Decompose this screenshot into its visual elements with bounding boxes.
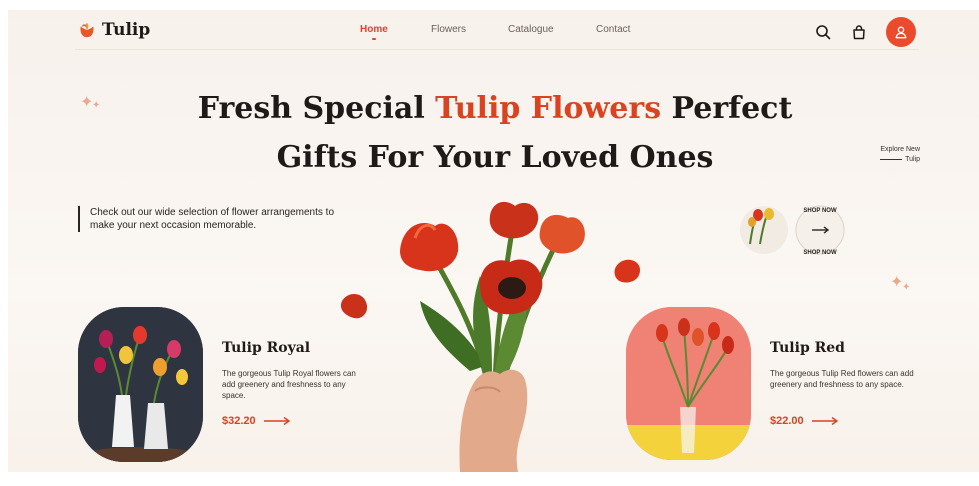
tulip-royal-illustration [78, 307, 203, 462]
badge-image-bg [740, 206, 788, 254]
brand[interactable]: Tulip [78, 20, 150, 40]
search-icon [816, 25, 831, 40]
hero-intro: Check out our wide selection of flower a… [78, 206, 338, 232]
cart-button[interactable] [848, 21, 870, 43]
explore-new-link[interactable]: Explore New Tulip [856, 145, 920, 165]
nav-actions [812, 17, 916, 47]
nav-catalogue[interactable]: Catalogue [508, 24, 554, 35]
product-price: $22.00 [770, 415, 804, 427]
search-button[interactable] [812, 21, 834, 43]
product-price-link[interactable]: $32.20 [222, 415, 292, 427]
hero-title: Fresh Special Tulip Flowers Perfect Gift… [130, 84, 860, 182]
explore-dash [880, 158, 903, 160]
svg-text:SHOP NOW: SHOP NOW [803, 208, 837, 214]
product-price-link[interactable]: $22.00 [770, 415, 840, 427]
hero-title-part1: Fresh Special [197, 91, 436, 126]
tulip-royal-image[interactable] [78, 307, 203, 462]
user-icon [895, 26, 907, 39]
nav-flowers[interactable]: Flowers [431, 24, 466, 35]
sparkle-small-icon: ✦ [92, 100, 101, 111]
tulip-logo-icon [80, 22, 94, 38]
frame-left [0, 0, 8, 486]
product-name[interactable]: Tulip Royal [222, 340, 310, 356]
product-name[interactable]: Tulip Red [770, 340, 845, 356]
tulip-bouquet-image [340, 201, 640, 472]
tulip-red-illustration [626, 307, 751, 460]
frame-top [0, 0, 979, 10]
brand-name: Tulip [102, 20, 151, 40]
nav-divider [75, 49, 919, 50]
nav-home[interactable]: Home [360, 24, 388, 35]
arrow-right-icon [263, 416, 290, 426]
profile-button[interactable] [886, 17, 916, 47]
hero-title-line2: Gifts For Your Loved Ones [276, 140, 714, 175]
bag-icon [853, 25, 865, 40]
tulip-red-image[interactable] [626, 307, 751, 460]
arrow-right-icon [811, 416, 838, 426]
explore-line2: Tulip [905, 156, 920, 163]
shop-now-badge[interactable]: SHOP NOW SHOP NOW [734, 200, 854, 260]
product-description: The gorgeous Tulip Royal flowers can add… [222, 369, 356, 400]
frame-bottom [0, 472, 979, 486]
product-description: The gorgeous Tulip Red flowers can add g… [770, 369, 914, 389]
nav-contact[interactable]: Contact [596, 24, 630, 35]
product-price: $32.20 [222, 415, 256, 427]
svg-text:SHOP NOW: SHOP NOW [803, 250, 837, 256]
hero-title-accent: Tulip Flowers [435, 91, 662, 126]
hero-title-part2: Perfect [661, 91, 793, 126]
explore-line1: Explore New [880, 146, 920, 153]
sparkle-small-icon: ✦ [902, 282, 911, 293]
landing-page: Tulip Home Flowers Catalogue Contact ✦ ✦… [0, 0, 979, 486]
